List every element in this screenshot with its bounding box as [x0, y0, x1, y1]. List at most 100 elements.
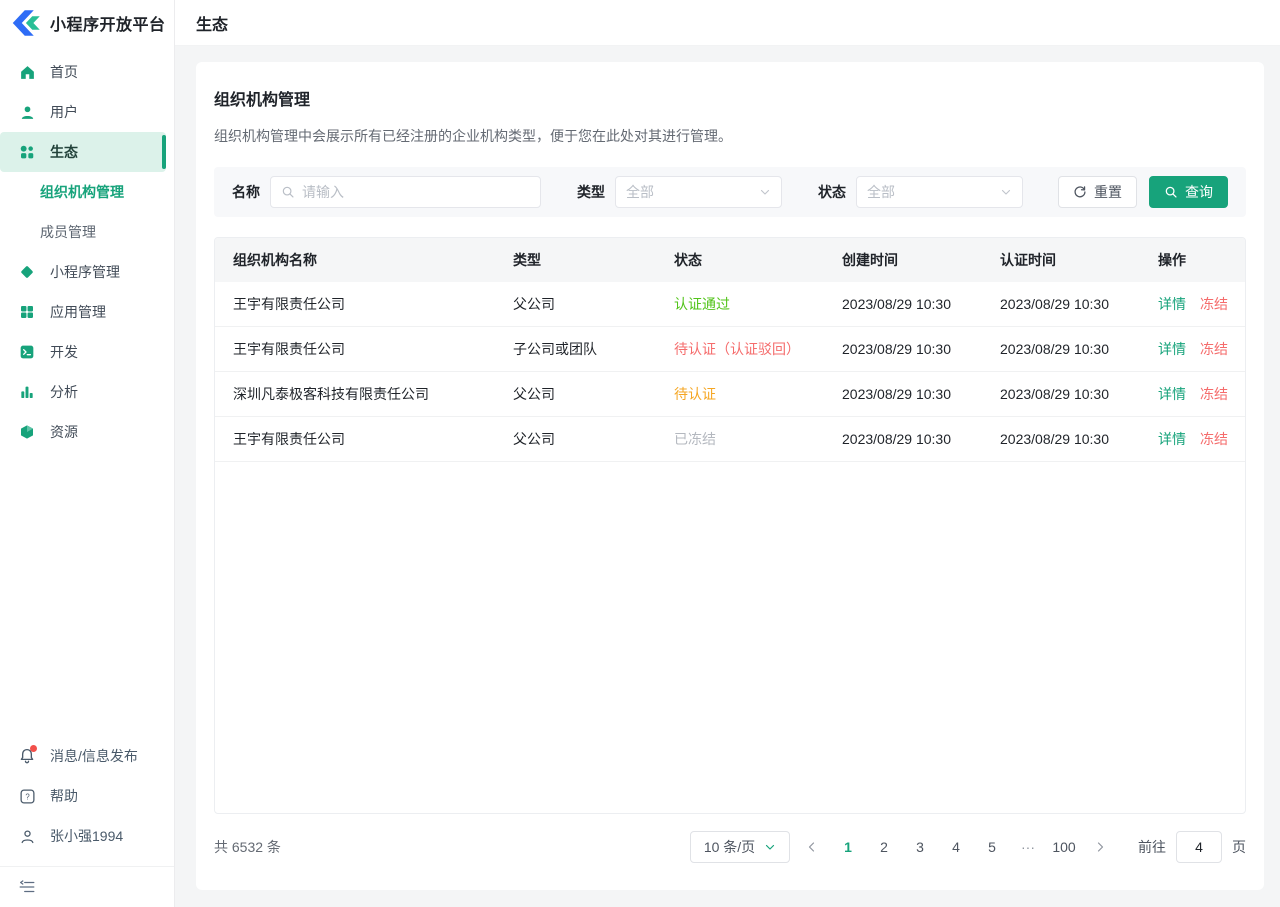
- org-name-cell: 深圳凡泰极客科技有限责任公司: [215, 384, 495, 404]
- sidebar-bottom-nav: 消息/信息发布 ? 帮助 张小强1994: [0, 730, 174, 907]
- page-number[interactable]: 4: [942, 831, 970, 863]
- page-number[interactable]: 1: [834, 831, 862, 863]
- status-filter-label: 状态: [818, 182, 846, 202]
- terminal-icon: [18, 343, 36, 361]
- table-row: 王宇有限责任公司 子公司或团队 待认证（认证驳回） 2023/08/29 10:…: [215, 327, 1245, 372]
- diamond-icon: [18, 263, 36, 281]
- sidebar-item-apps[interactable]: 应用管理: [0, 292, 174, 332]
- table-header-row: 组织机构名称 类型 状态 创建时间 认证时间 操作: [215, 238, 1245, 282]
- sidebar-item-ecosystem[interactable]: 生态: [0, 132, 166, 172]
- column-header: 创建时间: [824, 250, 982, 270]
- column-header: 操作: [1140, 250, 1245, 270]
- reset-button[interactable]: 重置: [1058, 176, 1137, 208]
- org-management-card: 组织机构管理 组织机构管理中会展示所有已经注册的企业机构类型，便于您在此处对其进…: [196, 62, 1264, 890]
- home-icon: [18, 63, 36, 81]
- more-pages-icon[interactable]: ···: [1014, 831, 1042, 863]
- sidebar-item-dev[interactable]: 开发: [0, 332, 174, 372]
- app-title: 小程序开放平台: [50, 11, 166, 35]
- type-select-value: 全部: [626, 182, 654, 202]
- certified-time-cell: 2023/08/29 10:30: [982, 341, 1140, 357]
- type-filter-label: 类型: [577, 182, 605, 202]
- freeze-link[interactable]: 冻结: [1200, 429, 1228, 449]
- goto-label: 前往: [1138, 837, 1166, 857]
- search-button-label: 查询: [1185, 182, 1213, 202]
- next-page-icon[interactable]: [1086, 831, 1114, 863]
- name-search-input[interactable]: [302, 177, 530, 207]
- org-name-cell: 王宇有限责任公司: [215, 339, 495, 359]
- created-time-cell: 2023/08/29 10:30: [824, 386, 982, 402]
- sidebar-item-label: 小程序管理: [50, 262, 120, 282]
- detail-link[interactable]: 详情: [1158, 339, 1186, 359]
- sidebar-item-messages[interactable]: 消息/信息发布: [0, 736, 174, 776]
- freeze-link[interactable]: 冻结: [1200, 294, 1228, 314]
- sidebar-item-home[interactable]: 首页: [0, 52, 174, 92]
- table-row: 王宇有限责任公司 父公司 认证通过 2023/08/29 10:30 2023/…: [215, 282, 1245, 327]
- sidebar-item-analytics[interactable]: 分析: [0, 372, 174, 412]
- sidebar-item-miniprogram[interactable]: 小程序管理: [0, 252, 174, 292]
- search-icon: [281, 185, 295, 199]
- chevron-down-icon: [1000, 186, 1012, 198]
- reset-button-label: 重置: [1094, 182, 1122, 202]
- status-badge: 认证通过: [656, 294, 824, 314]
- search-icon: [1164, 185, 1178, 199]
- account-icon: [18, 827, 36, 845]
- sidebar-item-help[interactable]: ? 帮助: [0, 776, 174, 816]
- table-row: 王宇有限责任公司 父公司 已冻结 2023/08/29 10:30 2023/0…: [215, 417, 1245, 462]
- sidebar-item-label: 分析: [50, 382, 78, 402]
- content-area: 组织机构管理 组织机构管理中会展示所有已经注册的企业机构类型，便于您在此处对其进…: [175, 46, 1280, 907]
- org-type-cell: 父公司: [495, 429, 656, 449]
- svg-text:?: ?: [25, 792, 30, 801]
- column-header: 认证时间: [982, 250, 1140, 270]
- page-number[interactable]: 2: [870, 831, 898, 863]
- org-name-cell: 王宇有限责任公司: [215, 429, 495, 449]
- status-badge: 待认证（认证驳回）: [656, 339, 824, 359]
- goto-suffix: 页: [1232, 837, 1246, 857]
- org-type-cell: 父公司: [495, 294, 656, 314]
- user-icon: [18, 103, 36, 121]
- page-number[interactable]: 3: [906, 831, 934, 863]
- page-number[interactable]: 5: [978, 831, 1006, 863]
- status-select-value: 全部: [867, 182, 895, 202]
- detail-link[interactable]: 详情: [1158, 294, 1186, 314]
- ecosystem-icon: [18, 143, 36, 161]
- sidebar-item-label: 开发: [50, 342, 78, 362]
- name-search-field[interactable]: [270, 176, 541, 208]
- type-select[interactable]: 全部: [615, 176, 782, 208]
- sidebar-subitem-org-management[interactable]: 组织机构管理: [0, 172, 174, 212]
- sidebar-subitem-member-management[interactable]: 成员管理: [0, 212, 174, 252]
- cube-icon: [18, 423, 36, 441]
- sidebar-item-label: 消息/信息发布: [50, 746, 138, 766]
- org-type-cell: 子公司或团队: [495, 339, 656, 359]
- freeze-link[interactable]: 冻结: [1200, 339, 1228, 359]
- collapse-sidebar-icon[interactable]: [18, 878, 36, 896]
- created-time-cell: 2023/08/29 10:30: [824, 296, 982, 312]
- page-size-select[interactable]: 10 条/页: [690, 831, 790, 863]
- certified-time-cell: 2023/08/29 10:30: [982, 386, 1140, 402]
- sidebar-item-label: 帮助: [50, 786, 78, 806]
- column-header: 类型: [495, 250, 656, 270]
- sidebar-item-users[interactable]: 用户: [0, 92, 174, 132]
- page-number-last[interactable]: 100: [1050, 831, 1078, 863]
- certified-time-cell: 2023/08/29 10:30: [982, 296, 1140, 312]
- org-name-cell: 王宇有限责任公司: [215, 294, 495, 314]
- sidebar-item-label: 应用管理: [50, 302, 106, 322]
- org-table: 组织机构名称 类型 状态 创建时间 认证时间 操作 王宇有限责任公司 父公司 认…: [214, 237, 1246, 814]
- created-time-cell: 2023/08/29 10:30: [824, 431, 982, 447]
- logo-row: 小程序开放平台: [0, 0, 174, 46]
- prev-page-icon[interactable]: [798, 831, 826, 863]
- bell-icon: [18, 747, 36, 765]
- sidebar-item-account[interactable]: 张小强1994: [0, 816, 174, 856]
- freeze-link[interactable]: 冻结: [1200, 384, 1228, 404]
- sidebar-item-resources[interactable]: 资源: [0, 412, 174, 452]
- status-badge: 已冻结: [656, 429, 824, 449]
- detail-link[interactable]: 详情: [1158, 429, 1186, 449]
- search-button[interactable]: 查询: [1149, 176, 1228, 208]
- pagination-bar: 共 6532 条 10 条/页 1 2 3 4 5: [214, 829, 1246, 865]
- goto-page-input[interactable]: [1176, 831, 1222, 863]
- card-description: 组织机构管理中会展示所有已经注册的企业机构类型，便于您在此处对其进行管理。: [214, 126, 1246, 146]
- status-select[interactable]: 全部: [856, 176, 1023, 208]
- detail-link[interactable]: 详情: [1158, 384, 1186, 404]
- top-header: 生态: [175, 0, 1280, 46]
- created-time-cell: 2023/08/29 10:30: [824, 341, 982, 357]
- grid-icon: [18, 303, 36, 321]
